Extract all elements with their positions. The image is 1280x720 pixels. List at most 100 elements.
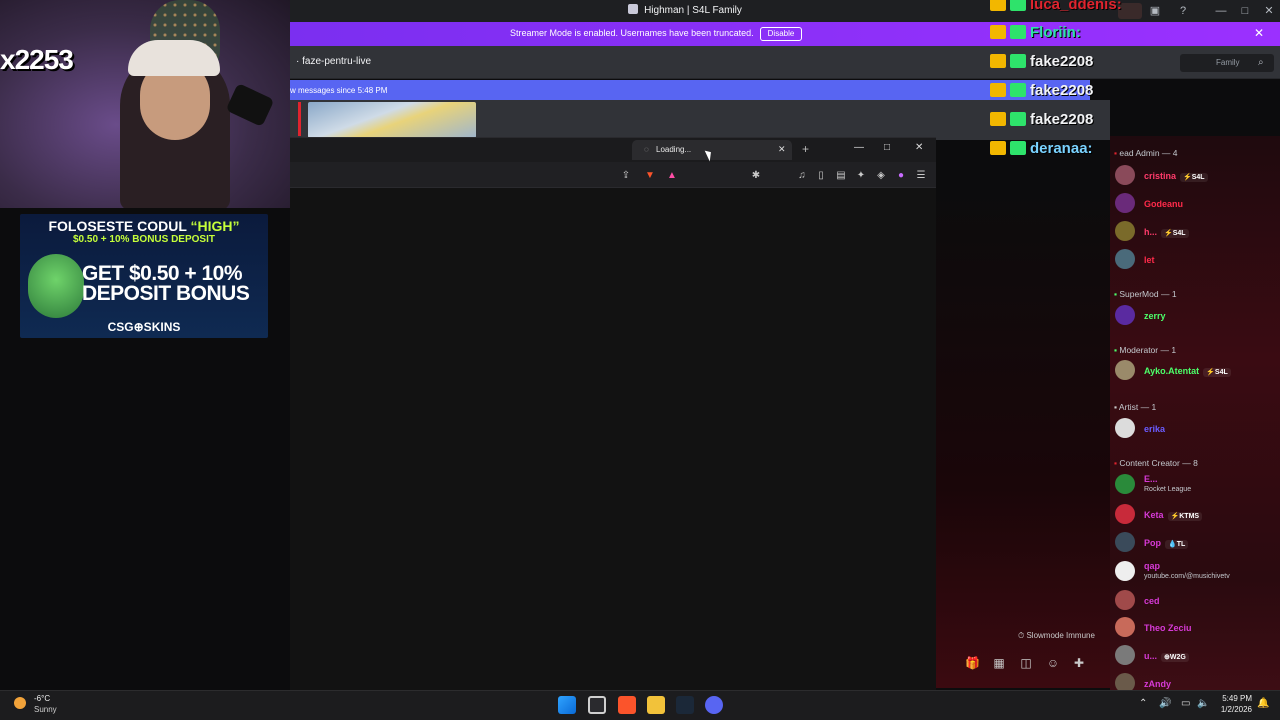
avatar[interactable] <box>1115 305 1135 325</box>
webcam-feed <box>0 0 290 208</box>
emoji-icon[interactable]: ☺ <box>1046 656 1060 670</box>
crown-badge-icon <box>990 141 1006 155</box>
steam-icon[interactable] <box>676 696 694 714</box>
disable-button[interactable]: Disable <box>760 27 802 41</box>
sticker-icon[interactable]: ◫ <box>1019 656 1033 670</box>
sun-icon[interactable] <box>14 697 26 709</box>
notification-icon[interactable]: 🔔 <box>1257 698 1269 709</box>
new-messages-bar[interactable] <box>290 80 1090 100</box>
new-tab-button[interactable]: + <box>802 142 809 156</box>
sidebar-icon[interactable]: ▯ <box>815 170 827 182</box>
browser-minimize-button[interactable]: — <box>854 142 864 153</box>
weather-temp[interactable]: -6°C <box>34 694 50 703</box>
ad-code: “HIGH” <box>190 218 240 234</box>
member-name[interactable]: Keta ⚡KTMS <box>1144 510 1203 521</box>
minimize-button[interactable]: — <box>1212 3 1230 19</box>
task-view-icon[interactable] <box>588 696 606 714</box>
member-name-text: h... <box>1144 227 1157 237</box>
member-name[interactable]: Theo Zeciu <box>1144 623 1192 633</box>
discord-icon[interactable] <box>705 696 723 714</box>
member-name[interactable]: u... ⊕W2G <box>1144 651 1189 662</box>
search-icon: ⌕ <box>1258 57 1264 68</box>
close-button[interactable]: ✕ <box>1260 3 1278 19</box>
overlay-chat-row: luca_ddenis: <box>990 0 1122 18</box>
member-name[interactable]: E... <box>1144 474 1158 484</box>
avatar[interactable] <box>1115 532 1135 552</box>
gif-icon[interactable]: ▦ <box>992 656 1006 670</box>
profile-icon[interactable]: ● <box>895 170 907 182</box>
ad-mascot <box>28 254 84 318</box>
avatar[interactable] <box>1115 418 1135 438</box>
rewards-icon[interactable]: ▲ <box>666 170 678 182</box>
start-icon[interactable] <box>558 696 576 714</box>
member-name[interactable]: cristina ⚡S4L <box>1144 171 1208 182</box>
member-name[interactable]: ced <box>1144 596 1160 606</box>
audio-tray-icon[interactable]: 🔊 <box>1159 698 1171 709</box>
browser-tabstrip <box>290 138 936 162</box>
close-icon[interactable]: ✕ <box>1254 26 1264 40</box>
member-name[interactable]: erika <box>1144 424 1165 434</box>
member-name[interactable]: h... ⚡S4L <box>1144 227 1189 238</box>
member-item[interactable] <box>1110 642 1280 668</box>
brave-shields-icon[interactable]: ▼ <box>644 170 656 182</box>
member-name[interactable]: Ayko.Atentat ⚡S4L <box>1144 366 1231 377</box>
member-name[interactable]: qap <box>1144 561 1160 571</box>
clock-time[interactable]: 5:49 PM <box>1222 694 1252 703</box>
avatar[interactable] <box>1115 590 1135 610</box>
member-item[interactable] <box>1110 302 1280 328</box>
member-item[interactable] <box>1110 471 1280 497</box>
apps-icon[interactable]: ✚ <box>1072 656 1086 670</box>
avatar[interactable] <box>1115 360 1135 380</box>
member-name[interactable]: let <box>1144 255 1155 265</box>
avatar[interactable] <box>1115 504 1135 524</box>
ad-subline: $0.50 + 10% BONUS DEPOSIT <box>72 234 215 245</box>
member-name[interactable]: Pop 💧TL <box>1144 538 1189 549</box>
member-item[interactable] <box>1110 190 1280 216</box>
volume-icon[interactable]: 🔈 <box>1197 698 1209 709</box>
avatar[interactable] <box>1115 561 1135 581</box>
sub-badge-icon <box>1010 0 1026 11</box>
image-attachment[interactable] <box>308 102 476 138</box>
avatar[interactable] <box>1115 645 1135 665</box>
member-item[interactable] <box>1110 614 1280 640</box>
avatar[interactable] <box>1115 193 1135 213</box>
tab-close-icon[interactable]: ✕ <box>778 144 786 155</box>
avatar[interactable] <box>1115 617 1135 637</box>
member-name-text: Godeanu <box>1144 199 1184 209</box>
avatar[interactable] <box>1115 474 1135 494</box>
menu-icon[interactable]: ☰ <box>915 170 927 182</box>
member-name[interactable]: Godeanu <box>1144 199 1183 209</box>
wallet-icon[interactable]: ▤ <box>835 170 847 182</box>
member-name[interactable]: zerry <box>1144 311 1166 321</box>
member-item[interactable] <box>1110 218 1280 244</box>
member-name[interactable]: zAndy <box>1144 679 1171 689</box>
member-item[interactable] <box>1110 246 1280 272</box>
avatar[interactable] <box>1115 249 1135 269</box>
vpn-icon[interactable]: ◈ <box>875 170 887 182</box>
browser-maximize-button[interactable]: □ <box>884 142 890 153</box>
window-title-text: Highman | S4L Family <box>644 5 742 16</box>
member-name-text: erika <box>1144 424 1166 434</box>
member-item[interactable] <box>1110 558 1280 584</box>
media-icon[interactable]: ♫ <box>796 170 808 182</box>
gift-icon[interactable]: 🎁 <box>965 656 980 670</box>
overlay-chat-username: deranaa: <box>1030 140 1093 157</box>
inbox-icon[interactable]: ▣ <box>1146 3 1164 19</box>
help-icon[interactable]: ? <box>1174 3 1192 19</box>
browser-close-button[interactable]: ✕ <box>915 142 923 153</box>
member-item[interactable] <box>1110 529 1280 555</box>
avatar[interactable] <box>1115 165 1135 185</box>
member-item[interactable] <box>1110 587 1280 613</box>
clock-date[interactable]: 1/2/2026 <box>1214 705 1252 714</box>
brave-icon[interactable] <box>618 696 636 714</box>
network-icon[interactable]: ▭ <box>1181 698 1190 709</box>
extensions-icon[interactable]: ✱ <box>750 170 762 182</box>
file-explorer-icon[interactable] <box>647 696 665 714</box>
share-icon[interactable]: ⇪ <box>620 170 632 182</box>
avatar[interactable] <box>1115 221 1135 241</box>
tray-chevron-icon[interactable]: ⌃ <box>1139 698 1147 709</box>
member-item[interactable] <box>1110 415 1280 441</box>
leo-ai-icon[interactable]: ✦ <box>855 170 867 182</box>
maximize-button[interactable]: □ <box>1236 3 1254 19</box>
weather-desc[interactable]: Sunny <box>34 705 57 714</box>
